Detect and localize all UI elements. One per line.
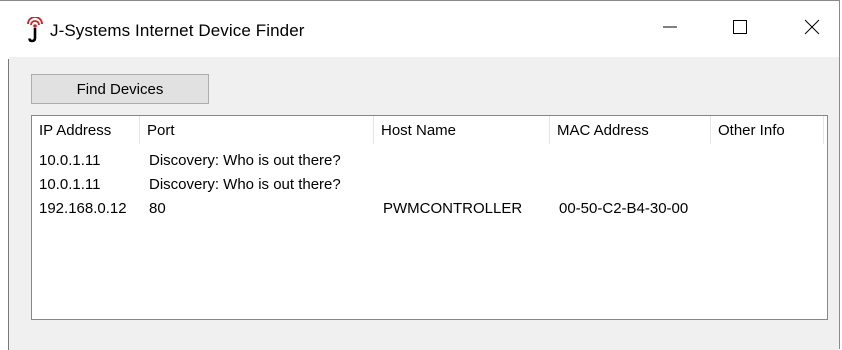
minimize-icon <box>662 19 678 40</box>
minimize-button[interactable] <box>642 1 698 57</box>
column-header-other-info[interactable]: Other Info <box>711 116 824 145</box>
cell-ip-address: 10.0.1.11 <box>39 152 101 169</box>
title-bar[interactable]: J-Systems Internet Device Finder <box>0 1 839 57</box>
column-header-port[interactable]: Port <box>140 116 374 145</box>
cell-ip-address: 10.0.1.11 <box>39 176 101 193</box>
maximize-icon <box>732 19 748 40</box>
maximize-button[interactable] <box>712 1 768 57</box>
cell-port: Discovery: Who is out there? <box>149 176 341 193</box>
column-divider[interactable] <box>823 116 824 144</box>
column-header-ip-address[interactable]: IP Address <box>32 116 140 145</box>
cell-port: Discovery: Who is out there? <box>149 152 341 169</box>
window-title: J-Systems Internet Device Finder <box>50 21 305 40</box>
column-header-host-name[interactable]: Host Name <box>374 116 550 145</box>
device-list[interactable]: IP Address Port Host Name MAC Address Ot… <box>31 115 828 320</box>
find-devices-button[interactable]: Find Devices <box>31 74 209 104</box>
cell-host-name: PWMCONTROLLER <box>383 200 523 217</box>
cell-mac-address: 00-50-C2-B4-30-00 <box>559 200 689 217</box>
cell-port: 80 <box>149 200 166 217</box>
close-button[interactable] <box>784 1 840 57</box>
column-header-mac-address[interactable]: MAC Address <box>550 116 711 145</box>
close-icon <box>804 19 820 40</box>
jsystems-antenna-logo-icon <box>24 16 46 43</box>
cell-ip-address: 192.168.0.12 <box>39 200 127 217</box>
app-window: J-Systems Internet Device Finder Find De… <box>0 0 840 350</box>
